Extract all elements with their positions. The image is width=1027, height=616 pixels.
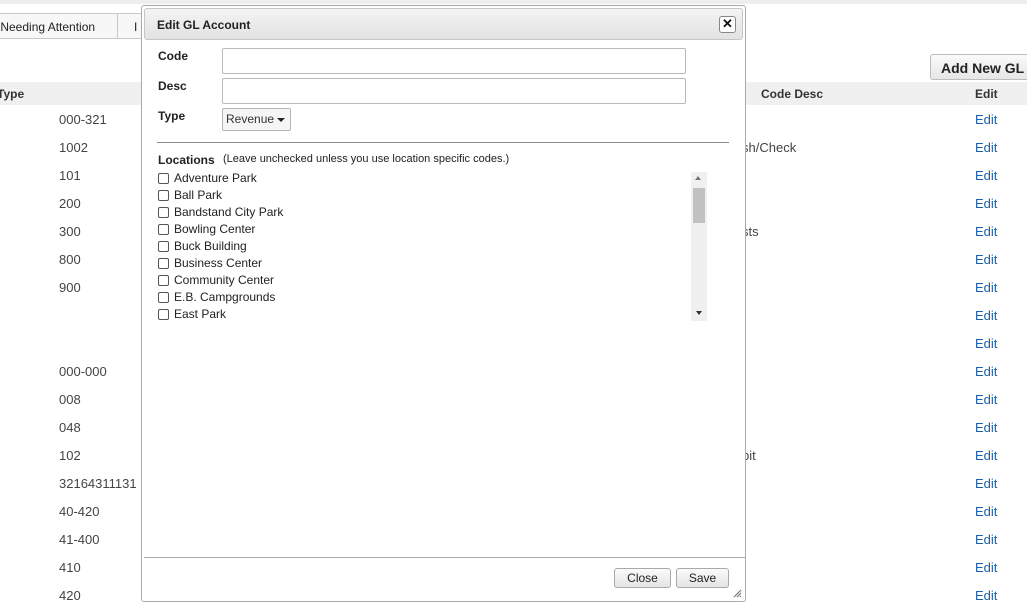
tab-needing-attention[interactable]: s Needing Attention [0, 13, 118, 39]
footer-divider [144, 557, 745, 558]
row-edit-link[interactable]: Edit [975, 140, 997, 155]
row-code-desc: sh/Check [742, 140, 797, 155]
type-label: Type [158, 109, 186, 123]
dialog-title: Edit GL Account [157, 18, 251, 32]
row-edit-link[interactable]: Edit [975, 560, 997, 575]
location-checkbox[interactable] [158, 258, 169, 269]
row-code: 300 [59, 224, 81, 239]
row-edit-link[interactable]: Edit [975, 476, 997, 491]
desc-input[interactable] [222, 78, 686, 104]
location-checkbox[interactable] [158, 292, 169, 303]
type-select-value: Revenue [226, 112, 275, 126]
row-code: 000-000 [59, 364, 107, 379]
chevron-down-icon [277, 118, 285, 122]
row-edit-link[interactable]: Edit [975, 392, 997, 407]
tab-label: I [134, 20, 138, 34]
add-new-gl-button[interactable]: Add New GL [930, 54, 1027, 80]
row-edit-link[interactable]: Edit [975, 420, 997, 435]
location-checkbox[interactable] [158, 173, 169, 184]
close-button[interactable]: Close [614, 568, 671, 588]
row-code: 40-420 [59, 504, 100, 519]
locations-label: Locations [158, 153, 215, 167]
row-code: 800 [59, 252, 81, 267]
row-edit-link[interactable]: Edit [975, 504, 997, 519]
row-edit-link[interactable]: Edit [975, 364, 997, 379]
resize-grip-icon[interactable] [733, 589, 742, 598]
location-checkbox[interactable] [158, 207, 169, 218]
location-label: Bowling Center [174, 222, 256, 236]
row-code: 048 [59, 420, 81, 435]
location-label: Ball Park [174, 188, 223, 202]
row-code: 008 [59, 392, 81, 407]
row-code: 32164311131 [59, 476, 137, 491]
divider [157, 142, 729, 143]
location-label: E.B. Campgrounds [174, 290, 276, 304]
row-code: 200 [59, 196, 81, 211]
location-label: Community Center [174, 273, 275, 287]
locations-scrollbar[interactable] [691, 172, 707, 321]
row-edit-link[interactable]: Edit [975, 112, 997, 127]
row-code: 900 [59, 280, 81, 295]
dialog-header[interactable]: Edit GL Account ✕ [144, 8, 743, 40]
type-select[interactable]: Revenue [222, 108, 291, 131]
row-edit-link[interactable]: Edit [975, 336, 997, 351]
row-code: 101 [59, 168, 81, 183]
location-checkbox[interactable] [158, 224, 169, 235]
row-edit-link[interactable]: Edit [975, 196, 997, 211]
location-label: East Park [174, 307, 227, 321]
location-checkbox[interactable] [158, 309, 169, 320]
scroll-down-arrow-icon[interactable] [696, 311, 702, 315]
column-header-edit: Edit [975, 87, 998, 101]
row-edit-link[interactable]: Edit [975, 588, 997, 603]
top-strip [0, 0, 1027, 4]
row-code: 102 [59, 448, 81, 463]
locations-list[interactable]: Adventure Park Ball Park Bandstand City Pa… [158, 171, 708, 321]
row-code: 420 [59, 588, 81, 603]
code-label: Code [158, 49, 188, 63]
edit-gl-account-dialog: Edit GL Account ✕ Code Desc Type Revenue… [141, 5, 746, 602]
row-edit-link[interactable]: Edit [975, 224, 997, 239]
location-label: Business Center [174, 256, 263, 270]
locations-hint: (Leave unchecked unless you use location… [223, 153, 510, 165]
close-icon[interactable]: ✕ [719, 16, 736, 33]
location-checkbox[interactable] [158, 275, 169, 286]
scrollbar-thumb[interactable] [693, 188, 705, 223]
desc-label: Desc [158, 79, 187, 93]
code-input[interactable] [222, 48, 686, 74]
row-edit-link[interactable]: Edit [975, 448, 997, 463]
row-edit-link[interactable]: Edit [975, 532, 997, 547]
row-edit-link[interactable]: Edit [975, 252, 997, 267]
location-checkbox[interactable] [158, 190, 169, 201]
location-checkbox[interactable] [158, 241, 169, 252]
row-edit-link[interactable]: Edit [975, 308, 997, 323]
save-button[interactable]: Save [676, 568, 729, 588]
row-code: 000-321 [59, 112, 107, 127]
tab-label: s Needing Attention [0, 20, 96, 34]
row-code: 410 [59, 560, 81, 575]
column-header-code-desc: Code Desc [761, 87, 824, 101]
row-edit-link[interactable]: Edit [975, 280, 997, 295]
location-label: Buck Building [174, 239, 247, 253]
location-label: Bandstand City Park [174, 205, 284, 219]
row-code: 1002 [59, 140, 88, 155]
row-edit-link[interactable]: Edit [975, 168, 997, 183]
column-header-type: Type [0, 87, 25, 101]
row-code: 41-400 [59, 532, 100, 547]
location-label: Adventure Park [174, 171, 257, 185]
scroll-up-arrow-icon[interactable] [695, 176, 701, 180]
